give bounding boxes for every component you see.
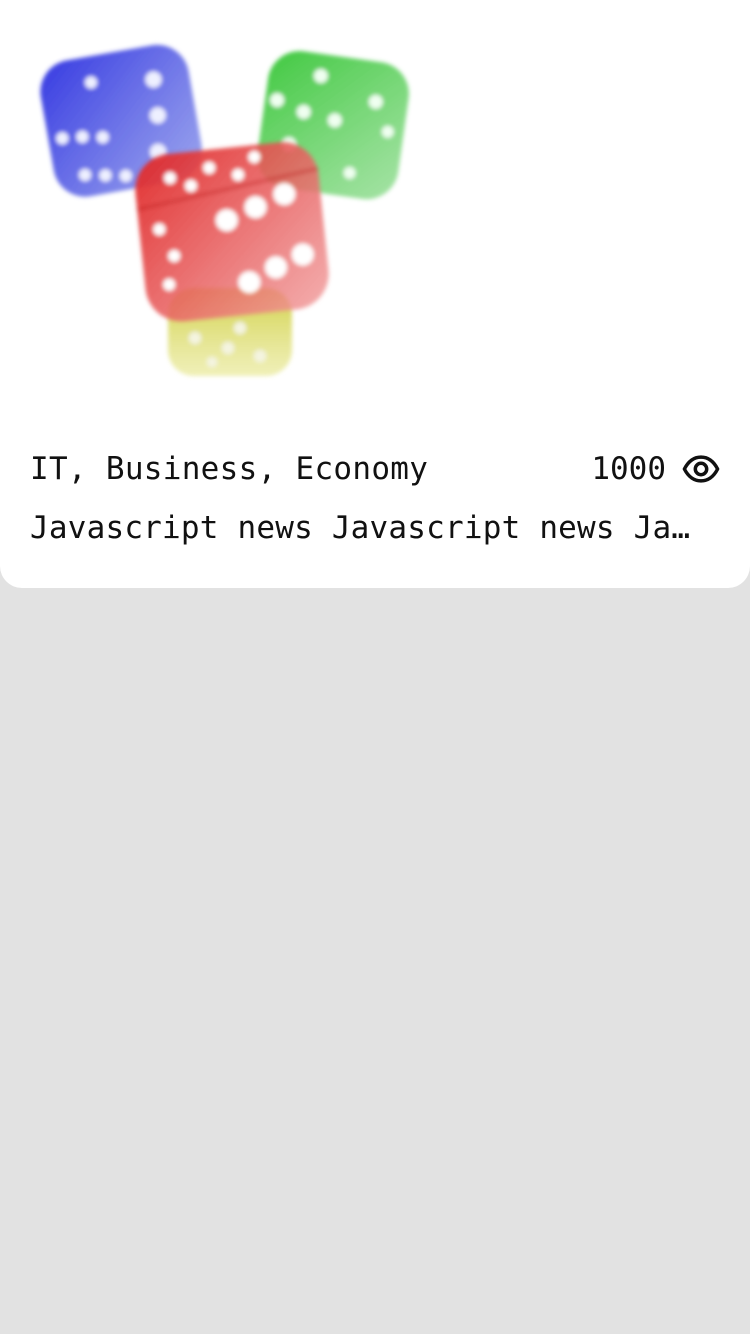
dice-image <box>40 44 409 376</box>
views-count: 1000 <box>591 451 666 487</box>
eye-icon <box>682 455 720 483</box>
views-counter: 1000 <box>591 450 720 488</box>
card-tags: IT, Business, Economy <box>30 451 429 487</box>
card-title[interactable]: Javascript news Javascript news Javascri… <box>30 510 708 546</box>
red-die <box>135 142 329 322</box>
card-meta-row: IT, Business, Economy 1000 <box>30 447 720 491</box>
news-card[interactable]: IT, Business, Economy 1000 Javascript ne… <box>0 0 750 588</box>
